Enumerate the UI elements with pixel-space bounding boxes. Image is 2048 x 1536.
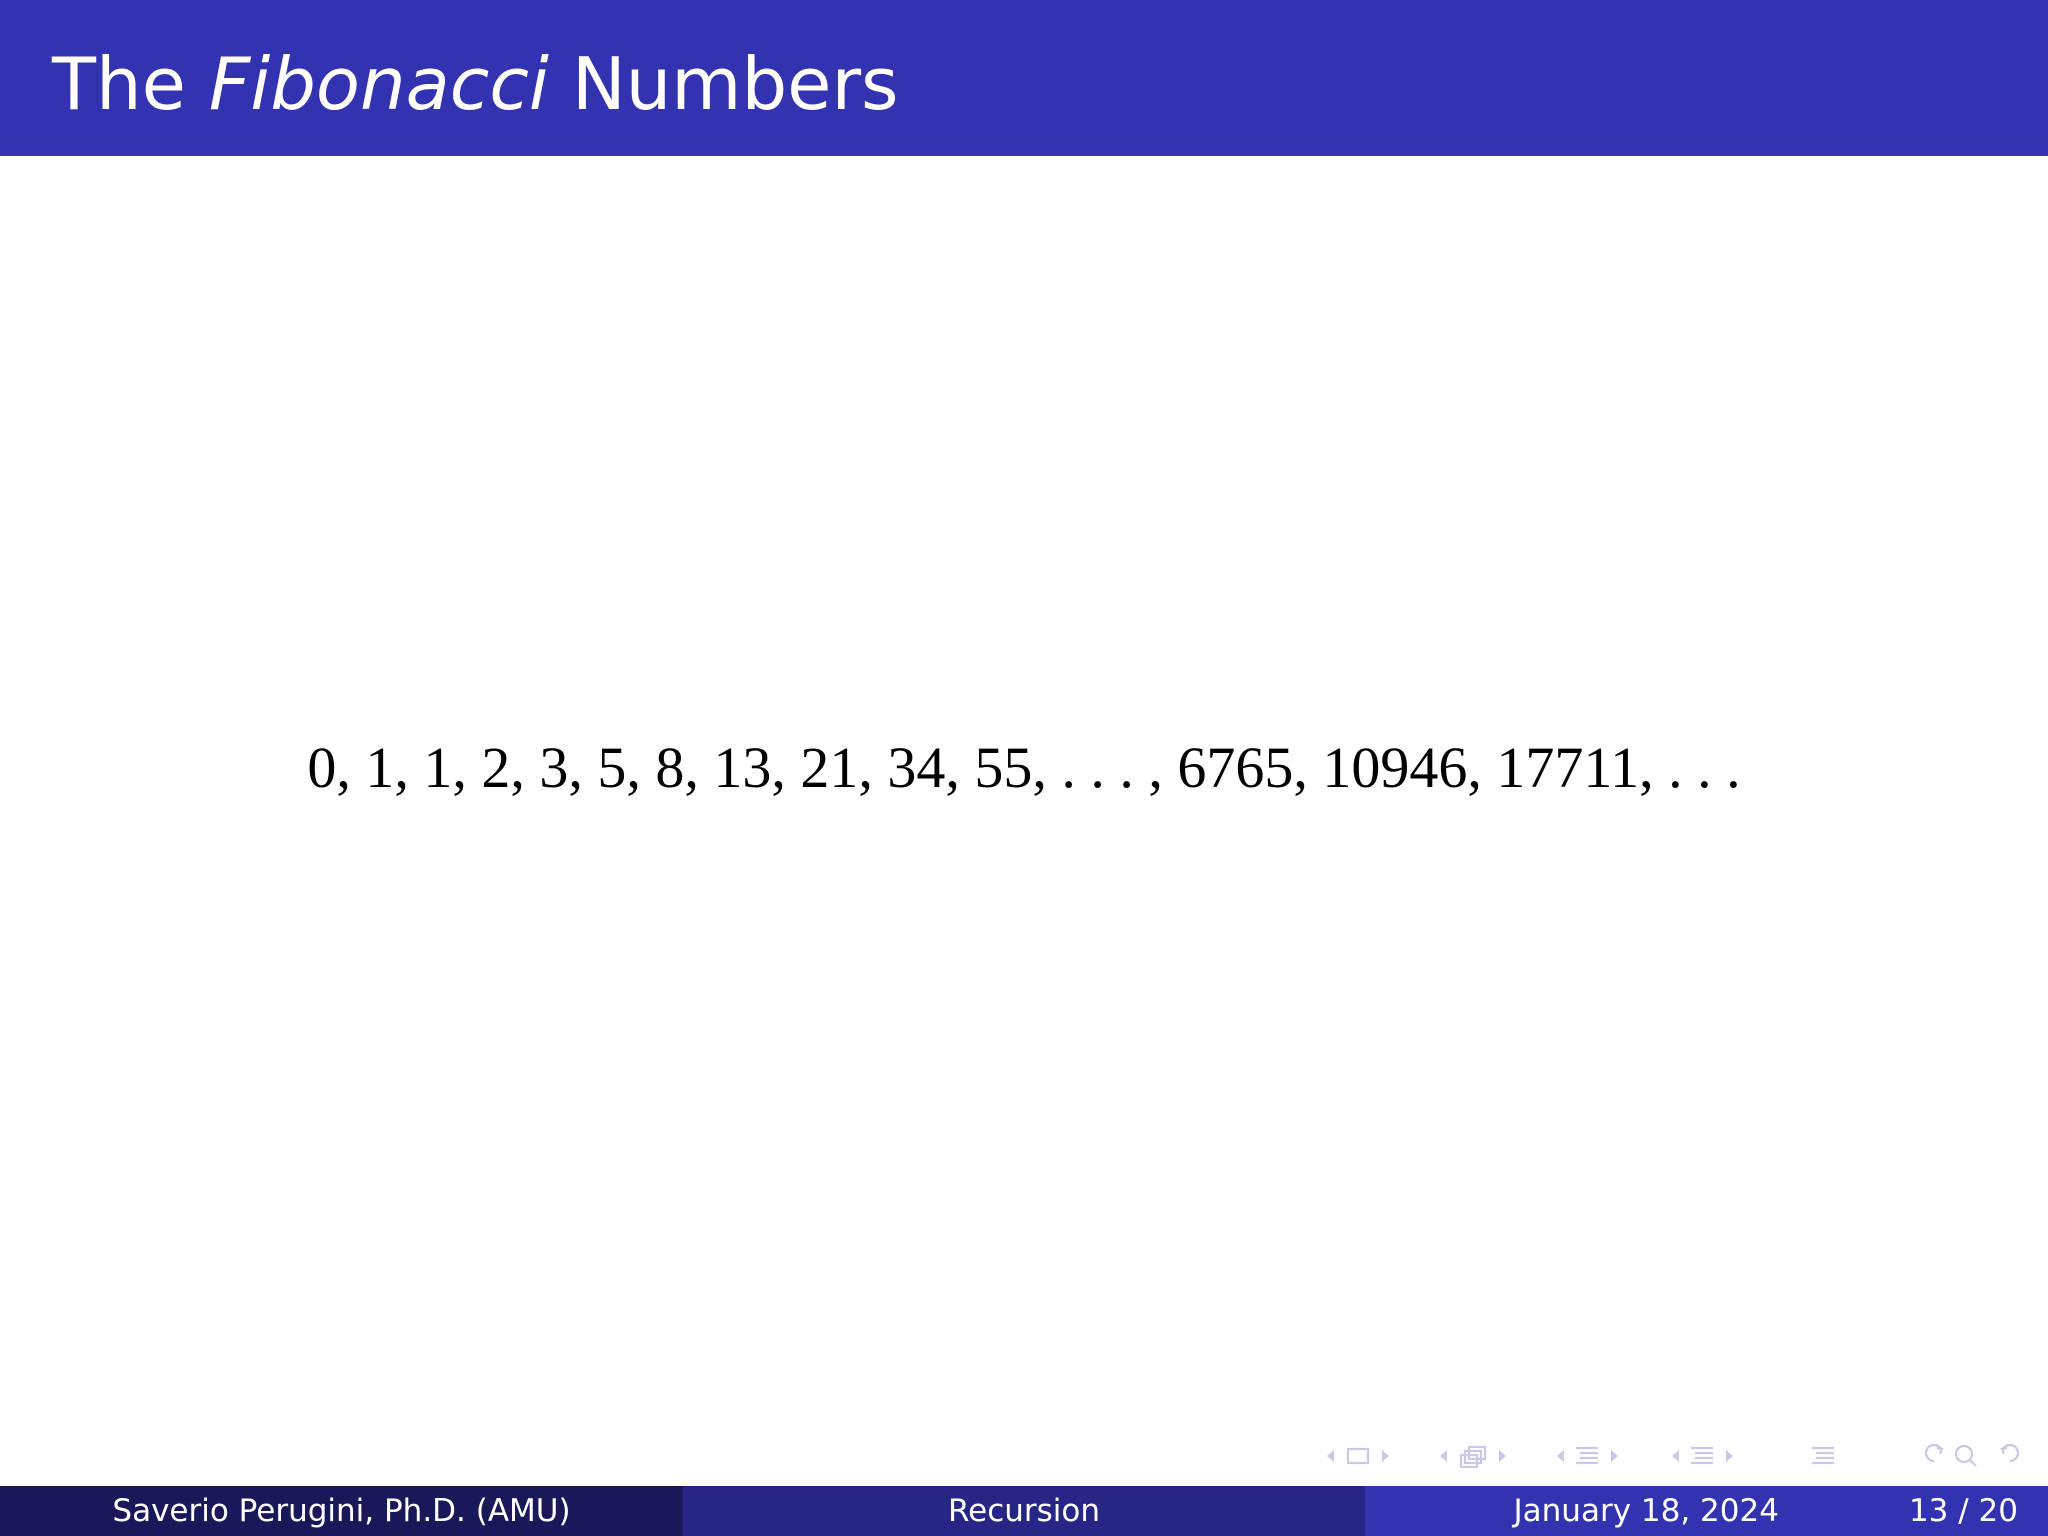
footer: Saverio Perugini, Ph.D. (AMU) Recursion … xyxy=(0,1486,2048,1536)
nav-back-forward-icon[interactable] xyxy=(1925,1443,1944,1463)
footer-date: January 18, 2024 xyxy=(1513,1493,1779,1529)
title-prefix: The xyxy=(52,42,186,126)
footer-title-text: Recursion xyxy=(947,1493,1101,1529)
nav-section-icon-2[interactable] xyxy=(1691,1446,1713,1465)
footer-title: Recursion xyxy=(683,1486,1365,1536)
nav-subsection-icon[interactable] xyxy=(1459,1445,1487,1469)
fibonacci-sequence: 0, 1, 1, 2, 3, 5, 8, 13, 21, 34, 55, . .… xyxy=(307,735,1741,800)
footer-author: Saverio Perugini, Ph.D. (AMU) xyxy=(0,1486,683,1536)
nav-frame-next-icon[interactable] xyxy=(1382,1450,1389,1462)
nav-section-icon[interactable] xyxy=(1576,1446,1598,1465)
nav-search-icon[interactable] xyxy=(1954,1444,1977,1467)
nav-document-icon[interactable] xyxy=(1812,1446,1834,1465)
nav-frame-icon[interactable] xyxy=(1346,1447,1370,1465)
nav-frame-prev-icon[interactable] xyxy=(1327,1450,1334,1462)
title-suffix: Numbers xyxy=(571,42,899,126)
nav-section-prev-icon-2[interactable] xyxy=(1672,1450,1679,1462)
slide: The Fibonacci Numbers 0, 1, 1, 2, 3, 5, … xyxy=(0,0,2048,1536)
navigation-symbols xyxy=(1324,1440,2030,1472)
nav-section-next-icon-2[interactable] xyxy=(1726,1450,1733,1462)
slide-title: The Fibonacci Numbers xyxy=(52,40,899,128)
nav-forward-icon[interactable] xyxy=(2000,1443,2019,1463)
page-number: 13 / 20 xyxy=(1908,1493,2018,1529)
nav-section-next-icon[interactable] xyxy=(1611,1450,1618,1462)
nav-subsection-next-icon[interactable] xyxy=(1499,1450,1506,1462)
footer-date-page: January 18, 2024 13 / 20 xyxy=(1365,1486,2048,1536)
nav-subsection-prev-icon[interactable] xyxy=(1440,1450,1447,1462)
nav-section-prev-icon[interactable] xyxy=(1557,1450,1564,1462)
footer-author-text: Saverio Perugini, Ph.D. (AMU) xyxy=(112,1493,571,1529)
title-bar: The Fibonacci Numbers xyxy=(0,0,2048,156)
title-italic: Fibonacci xyxy=(208,42,549,126)
